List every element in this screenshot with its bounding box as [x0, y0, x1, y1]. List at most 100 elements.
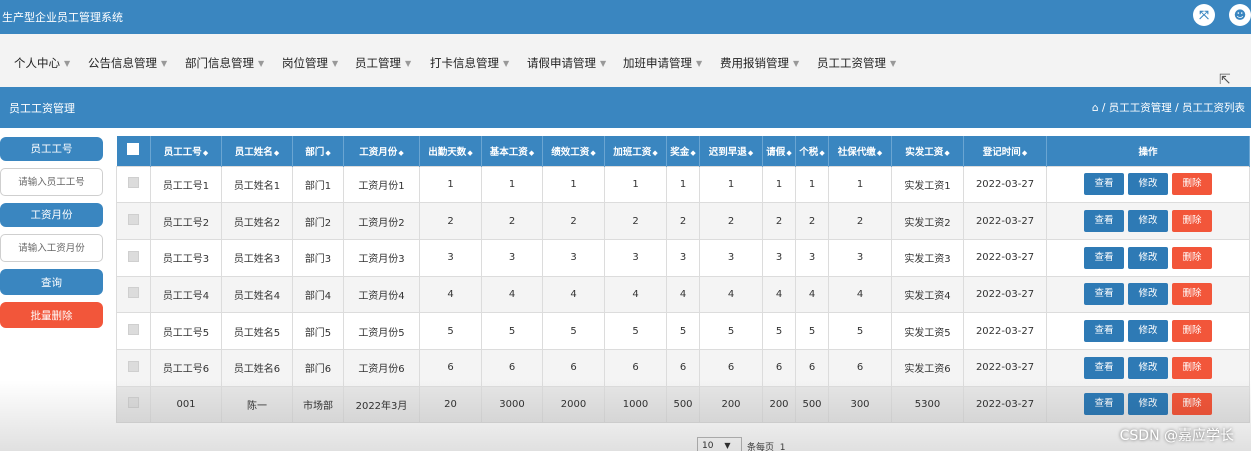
sort-icon[interactable]: ◆ — [690, 149, 695, 157]
table-cell: 实发工资6 — [891, 348, 964, 387]
row-checkbox[interactable] — [128, 360, 139, 372]
row-checkbox[interactable] — [128, 287, 139, 299]
row-checkbox-cell[interactable] — [116, 312, 151, 350]
nav-item-overtime[interactable]: 加班申请管理 ▼ — [623, 55, 702, 71]
column-header[interactable]: 加班工资◆ — [604, 136, 667, 166]
view-button[interactable]: 查看 — [1084, 393, 1124, 416]
delete-button[interactable]: 删除 — [1172, 246, 1212, 269]
row-checkbox-cell[interactable] — [116, 202, 151, 240]
delete-button[interactable]: 删除 — [1172, 283, 1212, 306]
table-row: 员工工号2 员工姓名2 部门2 工资月份2 2 2 2 2 2 2 2 2 2 实发工资2 2022-03-… — [116, 202, 1250, 240]
month-input[interactable] — [0, 234, 103, 262]
table-cell: 实发工资1 — [891, 165, 964, 204]
nav-item-departments[interactable]: 部门信息管理 ▼ — [185, 55, 264, 71]
table-cell: 实发工资3 — [891, 238, 964, 277]
column-header[interactable]: 请假◆ — [762, 136, 796, 166]
column-header[interactable]: 工资月份◆ — [343, 136, 420, 166]
emp-no-input[interactable] — [0, 168, 103, 196]
column-header[interactable]: 员工姓名◆ — [221, 136, 293, 166]
row-checkbox[interactable] — [128, 397, 139, 409]
sort-icon[interactable]: ◆ — [748, 149, 753, 157]
view-button[interactable]: 查看 — [1084, 173, 1124, 196]
sort-icon[interactable]: ◆ — [1022, 149, 1027, 157]
edit-button[interactable]: 修改 — [1128, 173, 1168, 196]
row-checkbox-cell[interactable] — [116, 348, 151, 387]
sort-icon[interactable]: ◆ — [325, 149, 330, 157]
row-actions: 查看 修改 删除 — [1046, 202, 1250, 240]
row-checkbox[interactable] — [128, 324, 139, 336]
sort-icon[interactable]: ◆ — [467, 149, 472, 157]
row-checkbox-cell[interactable] — [116, 165, 151, 204]
column-header[interactable]: 实发工资◆ — [891, 136, 964, 166]
view-button[interactable]: 查看 — [1084, 210, 1124, 233]
delete-button[interactable]: 删除 — [1172, 356, 1212, 379]
query-button[interactable]: 查询 — [0, 269, 103, 295]
row-checkbox-cell[interactable] — [116, 275, 151, 314]
nav-item-employees[interactable]: 员工管理 ▼ — [355, 55, 411, 71]
column-header[interactable]: 出勤天数◆ — [419, 136, 482, 166]
select-all-checkbox-cell[interactable] — [116, 136, 151, 166]
table-cell: 500 — [795, 385, 829, 424]
page-size-select[interactable]: 10 ▼ — [697, 437, 742, 451]
row-actions: 查看 修改 删除 — [1046, 385, 1250, 424]
row-checkbox-cell[interactable] — [116, 238, 151, 277]
page-number[interactable]: 1 — [780, 443, 786, 451]
table-cell: 6 — [542, 348, 605, 387]
sort-icon[interactable]: ◆ — [590, 149, 595, 157]
row-checkbox[interactable] — [128, 177, 139, 189]
app-title: 生产型企业员工管理系统 — [2, 11, 123, 24]
delete-button[interactable]: 删除 — [1172, 320, 1212, 343]
sort-icon[interactable]: ◆ — [786, 149, 791, 157]
edit-button[interactable]: 修改 — [1128, 393, 1168, 416]
view-button[interactable]: 查看 — [1084, 356, 1124, 379]
row-checkbox[interactable] — [128, 250, 139, 262]
user-icon[interactable]: ☻ — [1229, 4, 1251, 26]
select-all-checkbox[interactable] — [127, 143, 140, 156]
view-button[interactable]: 查看 — [1084, 320, 1124, 343]
column-header[interactable]: 绩效工资◆ — [542, 136, 605, 166]
main-nav: 个人中心 ▼ 公告信息管理 ▼ 部门信息管理 ▼ 岗位管理 ▼ 员工管理 ▼ 打卡信息管理… — [0, 34, 1251, 87]
fullscreen-icon[interactable]: ⤧ — [1193, 4, 1215, 26]
nav-item-leave[interactable]: 请假申请管理 ▼ — [527, 55, 606, 71]
delete-button[interactable]: 删除 — [1172, 393, 1212, 416]
edit-button[interactable]: 修改 — [1128, 283, 1168, 306]
nav-item-personal-center[interactable]: 个人中心 ▼ — [14, 55, 70, 71]
table-cell: 4 — [762, 275, 796, 314]
sort-icon[interactable]: ◆ — [203, 149, 208, 157]
nav-item-expenses[interactable]: 费用报销管理 ▼ — [720, 55, 799, 71]
sort-icon[interactable]: ◆ — [877, 149, 882, 157]
edit-button[interactable]: 修改 — [1128, 246, 1168, 269]
edit-button[interactable]: 修改 — [1128, 320, 1168, 343]
column-header[interactable]: 个税◆ — [795, 136, 829, 166]
batch-delete-button[interactable]: 批量删除 — [0, 302, 103, 328]
sort-icon[interactable]: ◆ — [652, 149, 657, 157]
chevron-down-icon: ▼ — [64, 59, 71, 68]
sort-icon[interactable]: ◆ — [274, 149, 279, 157]
delete-button[interactable]: 删除 — [1172, 173, 1212, 196]
sort-icon[interactable]: ◆ — [529, 149, 534, 157]
column-header[interactable]: 社保代缴◆ — [828, 136, 892, 166]
delete-button[interactable]: 删除 — [1172, 210, 1212, 233]
row-checkbox-cell[interactable] — [116, 385, 151, 424]
home-icon[interactable]: ⌂ — [1092, 102, 1099, 114]
sort-icon[interactable]: ◆ — [944, 149, 949, 157]
column-header[interactable]: 操作 — [1046, 136, 1250, 166]
sort-icon[interactable]: ◆ — [819, 149, 824, 157]
column-header[interactable]: 基本工资◆ — [481, 136, 543, 166]
view-button[interactable]: 查看 — [1084, 246, 1124, 269]
column-header[interactable]: 登记时间◆ — [963, 136, 1047, 166]
nav-item-positions[interactable]: 岗位管理 ▼ — [282, 55, 338, 71]
column-header[interactable]: 部门◆ — [292, 136, 344, 166]
nav-item-announcements[interactable]: 公告信息管理 ▼ — [88, 55, 167, 71]
column-header[interactable]: 员工工号◆ — [150, 136, 222, 166]
table-cell: 2022-03-27 — [963, 202, 1047, 240]
nav-item-salary[interactable]: 员工工资管理 ▼ — [817, 55, 896, 71]
column-header[interactable]: 奖金◆ — [666, 136, 700, 166]
view-button[interactable]: 查看 — [1084, 283, 1124, 306]
sort-icon[interactable]: ◆ — [398, 149, 403, 157]
column-header[interactable]: 迟到早退◆ — [699, 136, 763, 166]
nav-item-attendance[interactable]: 打卡信息管理 ▼ — [430, 55, 509, 71]
edit-button[interactable]: 修改 — [1128, 356, 1168, 379]
edit-button[interactable]: 修改 — [1128, 210, 1168, 233]
row-checkbox[interactable] — [128, 214, 139, 226]
